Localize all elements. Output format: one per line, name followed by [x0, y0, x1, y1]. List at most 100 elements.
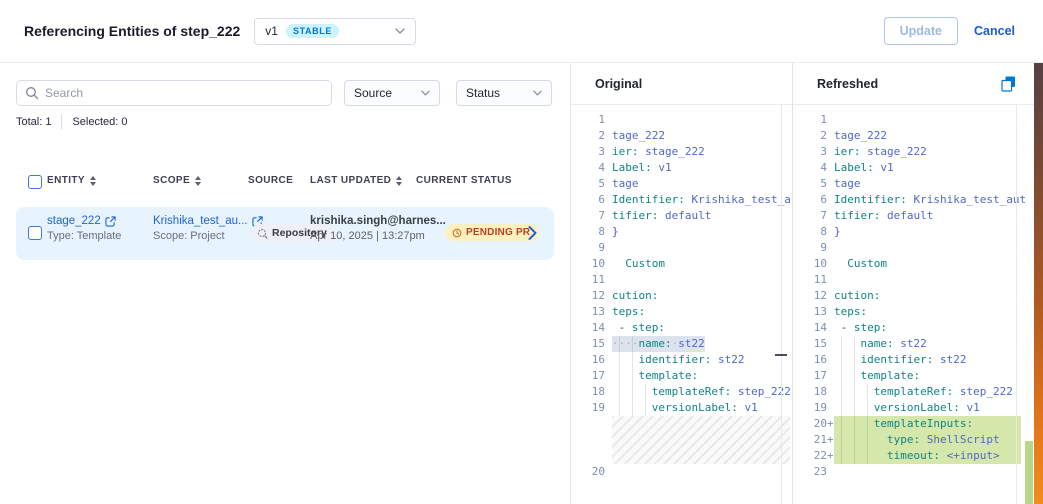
- code-line: 12cution:: [801, 288, 1034, 304]
- entity-cell: stage_222 Type: Template: [47, 215, 121, 242]
- external-link-icon[interactable]: [105, 216, 116, 227]
- code-line: 9: [801, 240, 1034, 256]
- background-page-edge: [1034, 63, 1043, 504]
- update-button[interactable]: Update: [884, 17, 958, 45]
- scrollbar-track[interactable]: [1016, 105, 1017, 504]
- diff-spacer: [612, 416, 790, 464]
- updated-by: krishika.singh@harnes...: [310, 215, 446, 227]
- table-row[interactable]: stage_222 Type: Template Krishika_test_a…: [16, 207, 554, 260]
- scope-cell: Krishika_test_au... Scope: Project: [153, 215, 263, 242]
- code-line: 10 Custom: [801, 256, 1034, 272]
- column-current-status: CURRENT STATUS: [416, 175, 512, 186]
- chevron-down-icon: [395, 28, 405, 34]
- search-icon: [25, 86, 39, 100]
- code-line: 2tage_222: [801, 128, 1034, 144]
- code-line: 2tage_222: [579, 128, 792, 144]
- code-line: 5tage: [579, 176, 792, 192]
- code-line: 9: [579, 240, 792, 256]
- entities-panel: Source Status Total: 1 Selected: 0 ENTIT…: [0, 63, 571, 504]
- code-line: 7tifier: default: [801, 208, 1034, 224]
- column-last-updated: LAST UPDATED: [310, 175, 402, 186]
- indent-guide: [632, 336, 633, 416]
- code-line: 22+ timeout: <+input>: [801, 448, 1034, 464]
- code-line: 20: [579, 464, 792, 480]
- code-line: 12cution:: [579, 288, 792, 304]
- code-line: 1: [801, 112, 1034, 128]
- repository-icon: [257, 228, 268, 239]
- code-line: 1: [579, 112, 792, 128]
- modified-line-marker: [775, 354, 787, 356]
- row-expand-chevron[interactable]: [528, 226, 537, 245]
- code-line: 4Label: v1: [579, 160, 792, 176]
- code-line: 6Identifier: Krishika_test_aut: [801, 192, 1034, 208]
- entity-type: Type: Template: [47, 230, 121, 242]
- status-cell: PENDING PR: [445, 224, 539, 243]
- original-code-editor[interactable]: 12tage_2223ier: stage_2224Label: v15tage…: [571, 104, 792, 504]
- scope-detail: Scope: Project: [153, 230, 263, 242]
- code-line: 6Identifier: Krishika_test_aut: [579, 192, 792, 208]
- refreshed-title: Refreshed: [817, 77, 878, 91]
- refreshed-code-editor[interactable]: 12tage_2223ier: stage_2224Label: v15tage…: [793, 104, 1034, 504]
- entity-link[interactable]: stage_222: [47, 215, 101, 227]
- scrollbar-track[interactable]: [781, 105, 782, 504]
- code-line: 16 identifier: st22: [579, 352, 792, 368]
- indent-guide: [867, 384, 868, 464]
- original-title: Original: [595, 77, 642, 91]
- row-checkbox[interactable]: [28, 226, 42, 240]
- sort-entity-icon[interactable]: [90, 176, 96, 186]
- yaml-diff-panel: Original 12tage_2223ier: stage_2224Label…: [571, 63, 1043, 504]
- chevron-down-icon: [533, 90, 542, 96]
- stable-badge: STABLE: [286, 24, 339, 38]
- last-updated-cell: krishika.singh@harnes... Apr 10, 2025 | …: [310, 215, 446, 242]
- code-line: 17 template:: [579, 368, 792, 384]
- sort-scope-icon[interactable]: [195, 176, 201, 186]
- code-line: 11: [579, 272, 792, 288]
- copy-icon[interactable]: [1001, 76, 1016, 92]
- code-line: 8}: [801, 224, 1034, 240]
- scope-link[interactable]: Krishika_test_au...: [153, 215, 248, 227]
- chevron-down-icon: [421, 90, 430, 96]
- selection-summary: Total: 1 Selected: 0: [16, 115, 128, 129]
- indent-guide: [841, 336, 842, 464]
- code-line: 4Label: v1: [801, 160, 1034, 176]
- code-line: 13teps:: [579, 304, 792, 320]
- code-line: 23: [801, 464, 1034, 480]
- code-line: 7tifier: default: [579, 208, 792, 224]
- indent-guide: [854, 336, 855, 464]
- updated-at: Apr 10, 2025 | 13:27pm: [310, 230, 446, 242]
- code-line: 3ier: stage_222: [579, 144, 792, 160]
- code-line: 13teps:: [801, 304, 1034, 320]
- status-filter-dropdown[interactable]: Status: [456, 80, 552, 106]
- code-line: 19 versionLabel: v1: [579, 400, 792, 416]
- code-line: 14 - step:: [579, 320, 792, 336]
- column-scope: SCOPE: [153, 175, 201, 186]
- status-filter-label: Status: [466, 86, 533, 100]
- search-box[interactable]: [16, 80, 332, 106]
- status-badge: PENDING PR: [445, 224, 539, 241]
- divider: [61, 115, 62, 129]
- column-entity: ENTITY: [47, 175, 96, 186]
- code-line: 5tage: [801, 176, 1034, 192]
- code-line: 17 template:: [801, 368, 1034, 384]
- version-label: v1: [265, 24, 278, 38]
- code-line: 21+ type: ShellScript: [801, 432, 1034, 448]
- table-header: ENTITY SCOPE SOURCE LAST UPDATED CURRENT…: [16, 175, 554, 193]
- sort-last-updated-icon[interactable]: [396, 176, 402, 186]
- page-title: Referencing Entities of step_222: [24, 23, 240, 39]
- code-line: 16 identifier: st22: [801, 352, 1034, 368]
- code-line: 8}: [579, 224, 792, 240]
- source-filter-label: Source: [354, 86, 421, 100]
- cancel-button[interactable]: Cancel: [974, 24, 1015, 38]
- column-source: SOURCE: [248, 175, 293, 186]
- version-select[interactable]: v1 STABLE: [254, 18, 416, 45]
- modal-header: Referencing Entities of step_222 v1 STAB…: [0, 0, 1043, 63]
- code-line: 3ier: stage_222: [801, 144, 1034, 160]
- select-all-checkbox[interactable]: [28, 175, 42, 189]
- code-line: 11: [801, 272, 1034, 288]
- code-line: 18 templateRef: step_222: [579, 384, 792, 400]
- search-input[interactable]: [45, 86, 323, 100]
- code-line: 15····name:·st22: [579, 336, 792, 352]
- source-filter-dropdown[interactable]: Source: [344, 80, 440, 106]
- selected-count: Selected: 0: [72, 116, 127, 128]
- refreshed-pane: Refreshed 12tage_2223ier: stage_2224Labe…: [793, 63, 1034, 504]
